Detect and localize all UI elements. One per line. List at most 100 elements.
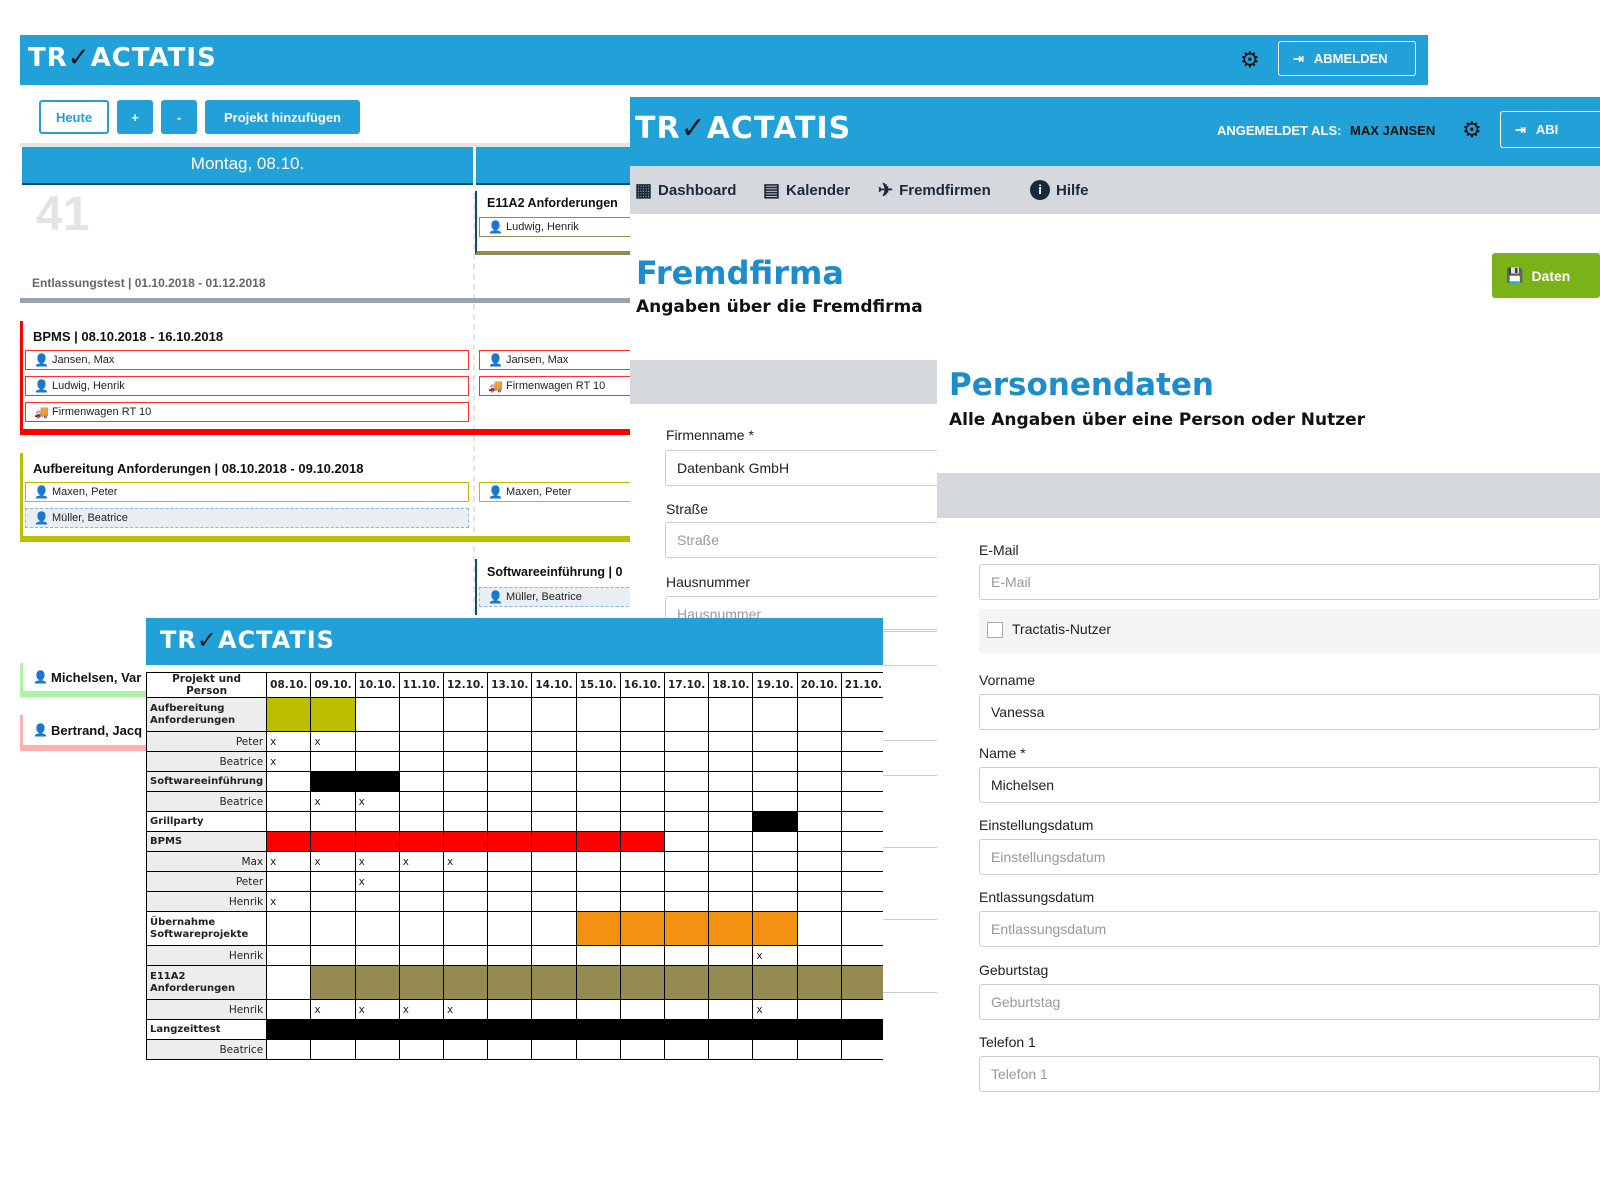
e11a2-title: E11A2 Anforderungen (487, 196, 618, 210)
gantt-mark-cell: x (266, 891, 312, 912)
gantt-bar-cell (310, 831, 356, 852)
bpms-vehicle-tue[interactable]: 🚚 Firmenwagen RT 10 (479, 376, 639, 396)
gantt-cell (531, 911, 577, 946)
logout-button[interactable]: ⇥ ABMELDEN (1278, 41, 1416, 76)
michelsen-block[interactable]: 👤 Michelsen, Var (20, 663, 150, 697)
zoom-in-button[interactable]: + (117, 100, 153, 134)
gantt-person-label: Henrik (146, 945, 268, 966)
calendar-icon: ▤ (763, 180, 781, 200)
gantt-cell (708, 945, 754, 966)
email-input[interactable] (979, 564, 1600, 600)
bertrand-block[interactable]: 👤 Bertrand, Jacq (20, 715, 150, 751)
gantt-mark-cell: x (442, 999, 489, 1020)
logout-button[interactable]: ⇥ ABI (1500, 111, 1600, 148)
telefon-input[interactable] (979, 1056, 1600, 1092)
zoom-out-button[interactable]: - (161, 100, 197, 134)
gantt-project-row: E11A2 Anforderungen (146, 965, 883, 1000)
gantt-bar-cell (796, 965, 842, 1000)
day-header-monday: Montag, 08.10. (22, 147, 473, 185)
geburtstag-input[interactable] (979, 984, 1600, 1020)
software-block[interactable]: Softwareeinführung | 0 👤 Müller, Beatrice (475, 559, 639, 615)
today-button[interactable]: Heute (39, 100, 109, 134)
add-project-button[interactable]: Projekt hinzufügen (205, 100, 360, 134)
gantt-bar-cell (310, 697, 356, 732)
nav-hilfe[interactable]: i Hilfe (1030, 180, 1089, 200)
aufbereitung-person-maxen-tue[interactable]: 👤 Maxen, Peter (479, 482, 639, 502)
gantt-cell (487, 851, 533, 872)
gantt-cell (487, 911, 533, 946)
gantt-mark-cell: x (266, 851, 312, 872)
gantt-cell (575, 851, 621, 872)
person-icon: 👤 (34, 353, 49, 367)
divider (880, 847, 940, 848)
gantt-cell (354, 731, 400, 752)
bpms-block[interactable]: BPMS | 08.10.2018 - 16.10.2018 👤 Jansen, … (20, 321, 639, 435)
entlassung-input[interactable] (979, 911, 1600, 947)
gantt-cell (310, 811, 356, 832)
gantt-cell (487, 891, 533, 912)
calendar-topbar: TR✓ACTATIS ⚙ ⇥ ABMELDEN (20, 35, 1428, 85)
gantt-person-row: Beatrice x (146, 751, 883, 772)
aufbereitung-title: Aufbereitung Anforderungen | 08.10.2018 … (33, 461, 364, 476)
info-icon: i (1030, 180, 1050, 200)
gantt-date-header: 15.10. (575, 672, 621, 698)
e11a2-block[interactable]: E11A2 Anforderungen 👤 Ludwig, Henrik (475, 191, 639, 255)
gantt-mark-cell: x (752, 999, 798, 1020)
gantt-person-row: Max x x x x x (146, 851, 883, 872)
gantt-bar-cell (310, 1019, 356, 1040)
bpms-person-jansen-tue[interactable]: 👤 Jansen, Max (479, 350, 639, 370)
personendaten-title: Personendaten (949, 367, 1214, 403)
nav-fremdfirmen[interactable]: ✈ Fremdfirmen (878, 180, 991, 201)
gantt-bar-cell (575, 911, 621, 946)
gantt-bar-cell (354, 965, 400, 1000)
vorname-input[interactable] (979, 694, 1600, 730)
name-input[interactable] (979, 767, 1600, 803)
gantt-bar-cell (796, 1019, 842, 1040)
gantt-cell (840, 999, 883, 1020)
bpms-person-jansen[interactable]: 👤 Jansen, Max (25, 350, 469, 370)
gantt-cell (708, 791, 754, 812)
gantt-cell (398, 911, 444, 946)
aufbereitung-block[interactable]: Aufbereitung Anforderungen | 08.10.2018 … (20, 453, 639, 542)
gantt-cell (531, 791, 577, 812)
gantt-cell (796, 731, 842, 752)
divider (880, 665, 940, 666)
gantt-date-header: 13.10. (487, 672, 533, 698)
gantt-cell (708, 999, 754, 1020)
gantt-cell (619, 697, 665, 732)
day-header-tuesday (476, 147, 636, 185)
gear-icon[interactable]: ⚙ (1462, 117, 1482, 143)
aufbereitung-person-maxen[interactable]: 👤 Maxen, Peter (25, 482, 469, 502)
aufbereitung-person-mueller[interactable]: 👤 Müller, Beatrice (25, 508, 469, 528)
gantt-project-row: Aufbereitung Anforderungen (146, 697, 883, 732)
software-person-mueller[interactable]: 👤 Müller, Beatrice (479, 587, 639, 607)
gantt-bar-cell (442, 965, 489, 1000)
bpms-vehicle[interactable]: 🚚 Firmenwagen RT 10 (25, 402, 469, 422)
gantt-cell (442, 771, 489, 792)
gantt-cell (487, 945, 533, 966)
gantt-cell (708, 751, 754, 772)
week-number: 41 (36, 188, 90, 241)
gantt-person-row: Beatrice x x (146, 791, 883, 812)
gear-icon[interactable]: ⚙ (1240, 47, 1260, 73)
gantt-cell (708, 871, 754, 892)
nav-dashboard[interactable]: ▦ Dashboard (635, 180, 736, 201)
gantt-project-label: BPMS (146, 831, 268, 852)
nav-kalender[interactable]: ▤ Kalender (763, 180, 850, 201)
entlassungstest-label[interactable]: Entlassungstest | 01.10.2018 - 01.12.201… (32, 276, 266, 290)
gantt-cell (752, 731, 798, 752)
strasse-input[interactable] (665, 522, 955, 558)
firmenname-input[interactable] (665, 450, 955, 486)
gantt-cell (398, 697, 444, 732)
save-button[interactable]: 💾 Daten (1492, 253, 1600, 298)
gantt-cell (619, 731, 665, 752)
gantt-cell (310, 871, 356, 892)
gantt-bar-cell (708, 911, 754, 946)
gantt-cell (354, 1039, 400, 1060)
e11a2-person[interactable]: 👤 Ludwig, Henrik (479, 217, 639, 237)
bpms-person-ludwig[interactable]: 👤 Ludwig, Henrik (25, 376, 469, 396)
telefon-label: Telefon 1 (979, 1034, 1036, 1050)
tractatis-nutzer-checkbox[interactable] (987, 622, 1003, 638)
einstellung-input[interactable] (979, 839, 1600, 875)
nutzer-label: Tractatis-Nutzer (1012, 621, 1112, 637)
